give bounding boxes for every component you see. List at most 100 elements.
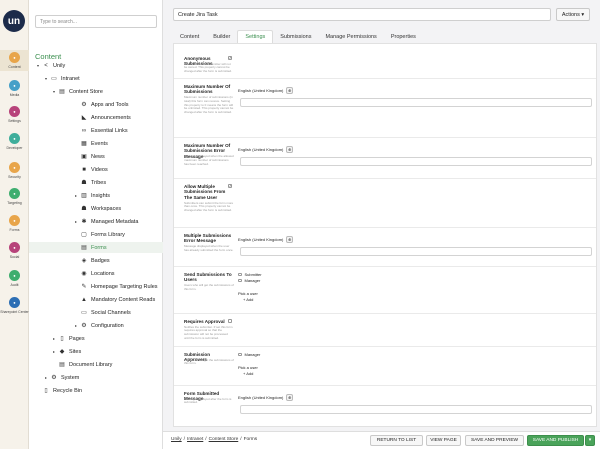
breadcrumb-unily[interactable]: Unily (171, 437, 182, 442)
setting-row-multiple-submissions-error-message: Multiple Submissions Error Message Messag… (174, 229, 596, 267)
option-manager[interactable]: Manager (238, 278, 260, 283)
breadcrumb-separator: / (240, 437, 242, 442)
tree-node-label: Locations (91, 270, 115, 277)
tree-node-label: Document Library (69, 361, 113, 368)
rail-item-audit[interactable]: ● Audit (0, 268, 29, 289)
globe-icon[interactable]: ⊕ (286, 394, 294, 401)
option-checkbox[interactable] (238, 278, 242, 283)
option-checkbox[interactable] (238, 352, 242, 357)
rail-item-forms[interactable]: ● Forms (0, 213, 29, 234)
tree-node-document-library[interactable]: ▤ Document Library (29, 359, 163, 370)
tree-node-forms-library[interactable]: ▢ Forms Library (29, 229, 163, 240)
tree-node-tribes[interactable]: ☗ Tribes (29, 177, 163, 188)
rail-item-media[interactable]: ● Media (0, 78, 29, 99)
tree-node-apps-and-tools[interactable]: ⚙ Apps and Tools (29, 99, 163, 110)
tree-node-managed-metadata[interactable]: ▸ ✱ Managed Metadata (29, 216, 163, 227)
tree-node-unily[interactable]: ▾ < Unily (29, 60, 163, 71)
language-label: English (United Kingdom) (238, 147, 284, 152)
tab-manage-permissions[interactable]: Manage Permissions (318, 30, 383, 43)
rail-item-social[interactable]: ● Social (0, 240, 29, 261)
insights-icon: ▥ (81, 193, 87, 199)
option-submitter[interactable]: Submitter (238, 272, 262, 277)
add-user-button[interactable]: + Add (243, 297, 253, 302)
tree-node-label: Unily (53, 62, 66, 69)
setting-text-field[interactable] (240, 98, 592, 107)
rail-item-security[interactable]: ● Security (0, 160, 29, 181)
tab-builder[interactable]: Builder (206, 30, 237, 43)
tree-node-forms[interactable]: ▤ Forms (29, 242, 163, 253)
tree-node-insights[interactable]: ▸ ▥ Insights (29, 190, 163, 201)
language-selector[interactable]: English (United Kingdom) ⊕ (238, 145, 294, 154)
tree-node-sites[interactable]: ▸ ◆ Sites (29, 346, 163, 357)
setting-text-field[interactable] (240, 157, 592, 166)
setting-label: Multiple Submissions Error Message (184, 233, 232, 244)
tree-node-videos[interactable]: ■ Videos (29, 164, 163, 175)
globe-icon[interactable]: ⊕ (286, 146, 294, 153)
rail-item-settings[interactable]: ● Settings (0, 104, 29, 125)
tree-node-social-channels[interactable]: ▭ Social Channels (29, 307, 163, 318)
tree-search-input[interactable] (35, 15, 157, 28)
page-title-input[interactable] (173, 8, 551, 21)
language-selector[interactable]: English (United Kingdom) ⊕ (238, 393, 294, 402)
breadcrumb: Unily / Intranet / Content Store / Forms (171, 437, 257, 442)
tree-node-workspaces[interactable]: ☗ Workspaces (29, 203, 163, 214)
tree-node-events[interactable]: ▦ Events (29, 138, 163, 149)
rail-item-sharepoint[interactable]: ● Sharepoint Center (0, 295, 29, 316)
option-label: Manager (244, 278, 261, 283)
tree-node-configuration[interactable]: ▸ ⚙ Configuration (29, 320, 163, 331)
tab-content[interactable]: Content (173, 30, 206, 43)
globe-icon[interactable]: ⊕ (286, 236, 294, 243)
tab-submissions[interactable]: Submissions (273, 30, 318, 43)
tree-node-badges[interactable]: ◈ Badges (29, 255, 163, 266)
breadcrumb-content-store[interactable]: Content Store (209, 437, 239, 442)
tree-node-news[interactable]: ▣ News (29, 151, 163, 162)
setting-checkbox[interactable]: ✓ (228, 56, 232, 60)
tree-node-label: Homepage Targeting Rules (91, 283, 158, 290)
tree-node-homepage-targeting-rules[interactable]: ✎ Homepage Targeting Rules (29, 281, 163, 292)
tab-properties[interactable]: Properties (384, 30, 423, 43)
setting-description: Maximum number of submissions (in total)… (184, 95, 234, 114)
setting-row-form-submitted-message: Form Submitted Message Message displayed … (174, 387, 596, 426)
rail-item-label: Media (9, 93, 20, 97)
rail-item-label: Forms (9, 228, 20, 232)
language-selector[interactable]: English (United Kingdom) ⊕ (238, 235, 294, 244)
save-and-preview-button[interactable]: SAVE AND PREVIEW (465, 435, 524, 446)
tree-node-system[interactable]: ▸ ⚙ System (29, 372, 163, 383)
tree-node-essential-links[interactable]: ∞ Essential Links (29, 125, 163, 136)
tab-settings[interactable]: Settings (237, 30, 274, 43)
tree-node-intranet[interactable]: ▾ ▭ Intranet (29, 73, 163, 84)
tree-node-mandatory-content-reads[interactable]: ▲ Mandatory Content Reads (29, 294, 163, 305)
rail-item-content[interactable]: ● Content (0, 50, 29, 71)
news-icon: ▣ (81, 154, 87, 160)
tree-node-recycle-bin[interactable]: ▯ Recycle Bin (29, 385, 163, 396)
setting-text-field[interactable] (240, 247, 592, 256)
globe-icon[interactable]: ⊕ (286, 87, 294, 94)
tree-node-content-store[interactable]: ▾ ▤ Content Store (29, 86, 163, 97)
setting-checkbox[interactable] (228, 319, 232, 323)
tree-node-locations[interactable]: ◉ Locations (29, 268, 163, 279)
save-and-publish-button[interactable]: SAVE AND PUBLISH (527, 435, 584, 446)
publish-options-dropdown[interactable]: ▾ (585, 435, 595, 446)
setting-label: Requires Approval (184, 319, 225, 324)
setting-checkbox[interactable]: ✓ (228, 184, 232, 188)
unily-logo[interactable]: un (3, 10, 25, 32)
return-to-list-button[interactable]: RETURN TO LIST (370, 435, 423, 446)
setting-text-field[interactable] (240, 405, 592, 414)
rail-item-label: Audit (10, 283, 19, 287)
tree-node-label: Mandatory Content Reads (91, 296, 156, 303)
view-page-button[interactable]: VIEW PAGE (426, 435, 461, 446)
tree-node-pages[interactable]: ▸ ▯ Pages (29, 333, 163, 344)
option-checkbox[interactable] (238, 272, 242, 277)
sites-icon: ◆ (59, 349, 65, 355)
language-selector[interactable]: English (United Kingdom) ⊕ (238, 86, 294, 95)
rail-item-developer[interactable]: ● Developer (0, 131, 29, 152)
tree-node-label: News (91, 153, 105, 160)
tree-node-announcements[interactable]: ◣ Announcements (29, 112, 163, 123)
add-user-button[interactable]: + Add (243, 371, 253, 376)
option-manager[interactable]: Manager (238, 352, 260, 357)
actions-dropdown-button[interactable]: Actions ▾ (556, 8, 590, 21)
tree-node-label: Badges (91, 257, 110, 264)
rail-item-targeting[interactable]: ● Targeting (0, 186, 29, 207)
tree-node-label: Content Store (69, 88, 103, 95)
breadcrumb-intranet[interactable]: Intranet (187, 437, 203, 442)
